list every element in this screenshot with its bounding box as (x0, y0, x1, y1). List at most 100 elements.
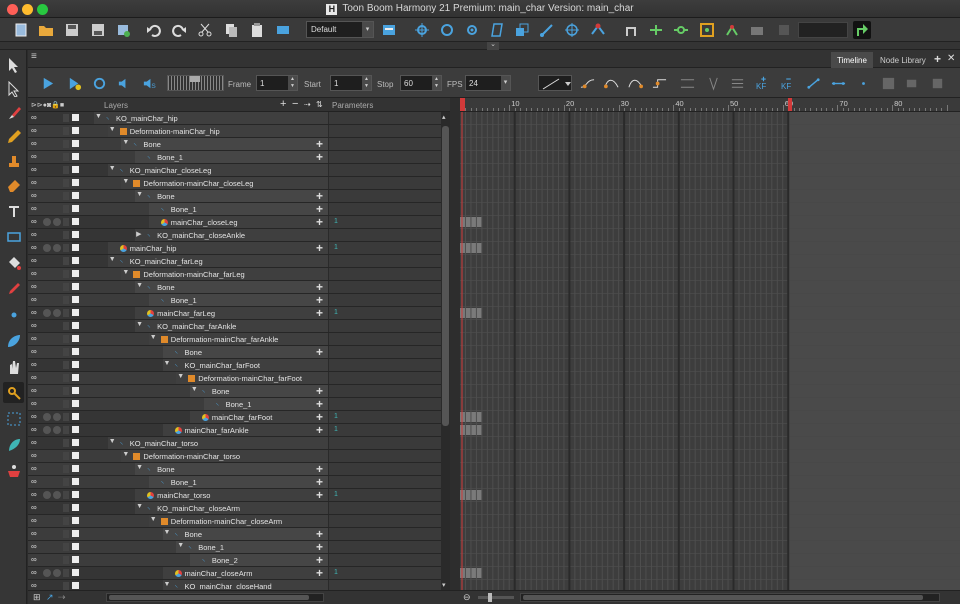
timeline-row-beyond-end[interactable] (788, 203, 960, 215)
frame-grid[interactable] (460, 112, 960, 590)
rigging-tool[interactable] (3, 382, 24, 403)
parameter-cell[interactable] (328, 359, 446, 371)
lock-icon[interactable] (63, 465, 69, 473)
add-parameter-plus-icon[interactable]: + (316, 150, 323, 164)
color-swatch-icon[interactable] (72, 205, 79, 212)
select-tool-button[interactable] (513, 21, 531, 39)
color-swatch-icon[interactable] (72, 166, 79, 173)
tab-node-library[interactable]: Node Library (874, 52, 932, 68)
lock-icon[interactable] (63, 374, 69, 382)
visibility-toggle-icon[interactable]: ∞ (31, 555, 39, 564)
parameter-cell[interactable] (328, 190, 446, 202)
timeline-curve-icon[interactable]: ↗ (46, 592, 54, 603)
visibility-toggle-icon[interactable]: ∞ (31, 516, 39, 525)
parameter-cell[interactable] (328, 203, 446, 215)
add-parameter-plus-icon[interactable]: + (316, 280, 323, 294)
fps-select[interactable]: 24 ▾ (465, 75, 511, 91)
dropper-tool[interactable] (3, 278, 24, 299)
solo-toggle-icon[interactable] (43, 309, 51, 317)
parameter-cell[interactable] (328, 580, 446, 590)
start-field[interactable]: 1 ▲ ▼ (330, 75, 372, 91)
rotate-tool-button[interactable] (438, 21, 456, 39)
lock-icon[interactable] (63, 491, 69, 499)
add-parameter-plus-icon[interactable]: + (316, 189, 323, 203)
color-swatch-icon[interactable] (72, 348, 79, 355)
color-swatch-icon[interactable] (72, 374, 79, 381)
sound-button[interactable] (115, 74, 133, 92)
pivot-tool-button[interactable] (563, 21, 581, 39)
parameter-cell[interactable] (328, 489, 446, 501)
ik-tool-button[interactable] (589, 21, 607, 39)
parameter-cell[interactable] (328, 151, 446, 163)
color-swatch-icon[interactable] (72, 530, 79, 537)
timeline-row-beyond-end[interactable] (788, 424, 960, 436)
lock-icon[interactable] (63, 153, 69, 161)
layer-row[interactable]: ∞ ▼ Deformation-mainChar_hip (28, 125, 446, 138)
lock-icon[interactable] (63, 309, 69, 317)
expand-triangle-icon[interactable]: ▼ (191, 386, 199, 394)
collapsed-triangle-icon[interactable]: ▶ (136, 230, 144, 238)
toolbar-mini-field[interactable] (798, 22, 848, 38)
deformation-tool[interactable] (3, 408, 24, 429)
expand-triangle-icon[interactable]: ▼ (150, 516, 158, 524)
ease-in-button[interactable] (578, 74, 596, 92)
import-button[interactable] (114, 21, 132, 39)
visibility-toggle-icon[interactable]: ∞ (31, 451, 39, 460)
envelope-tool-button[interactable] (698, 21, 716, 39)
layer-row[interactable]: ∞ mainChar_farFoot +1 (28, 410, 446, 424)
visibility-toggle-icon[interactable]: ∞ (31, 490, 39, 499)
parameter-cell[interactable] (328, 346, 446, 358)
timeline-row-beyond-end[interactable] (788, 177, 960, 189)
expand-triangle-icon[interactable]: ▼ (122, 451, 130, 459)
layer-row[interactable]: ∞ ▼ Deformation-mainChar_closeLeg (28, 177, 446, 190)
parameter-cell[interactable] (328, 112, 446, 124)
lock-icon[interactable] (63, 192, 69, 200)
add-keyframe-button[interactable]: KF (754, 74, 772, 92)
lock-icon[interactable] (63, 582, 69, 590)
color-swatch-icon[interactable] (72, 127, 79, 134)
expand-triangle-icon[interactable]: ▼ (109, 126, 117, 134)
expand-triangle-icon[interactable]: ▼ (164, 360, 172, 368)
add-parameter-plus-icon[interactable]: + (316, 462, 323, 476)
copy-button[interactable] (222, 21, 240, 39)
frame-field[interactable]: 1 ▲ ▼ (256, 75, 298, 91)
lock-icon[interactable] (63, 166, 69, 174)
timeline-row-beyond-end[interactable] (788, 268, 960, 280)
visibility-toggle-icon[interactable]: ∞ (31, 412, 39, 421)
solo-toggle-icon[interactable] (43, 426, 51, 434)
pencil-tool[interactable] (3, 126, 24, 147)
bone-tool-button[interactable] (538, 21, 556, 39)
layer-row[interactable]: ∞ ▼ Deformation-mainChar_closeArm (28, 515, 446, 528)
parameter-cell[interactable] (328, 255, 446, 267)
visibility-toggle-icon[interactable]: ∞ (31, 282, 39, 291)
visibility-toggle-icon[interactable]: ∞ (31, 360, 39, 369)
timeline-row-beyond-end[interactable] (788, 125, 960, 137)
lock-icon[interactable] (63, 231, 69, 239)
timeline-row-beyond-end[interactable] (788, 372, 960, 384)
lock-icon[interactable] (63, 530, 69, 538)
color-swatch-icon[interactable] (72, 543, 79, 550)
color-swatch-icon[interactable] (72, 582, 79, 589)
add-parameter-plus-icon[interactable]: + (316, 293, 323, 307)
timeline-row-beyond-end[interactable] (788, 151, 960, 163)
visibility-toggle-icon[interactable]: ∞ (31, 477, 39, 486)
parameter-cell[interactable] (328, 268, 446, 280)
visibility-toggle-icon[interactable]: ∞ (31, 295, 39, 304)
add-layer-plus-icon[interactable]: + (280, 98, 286, 110)
parameter-cell[interactable] (328, 320, 446, 332)
color-swatch-icon[interactable] (72, 569, 79, 576)
motion-keyframe-button[interactable] (704, 74, 722, 92)
add-parameter-plus-icon[interactable]: + (316, 202, 323, 216)
stop-field[interactable]: 60 ▲ ▼ (400, 75, 442, 91)
lock-icon[interactable] (63, 426, 69, 434)
add-parameter-plus-icon[interactable]: + (316, 384, 323, 398)
workspace-select[interactable]: Default ▾ (306, 21, 374, 38)
lock-toggle-icon[interactable] (53, 569, 61, 577)
timeline-row-beyond-end[interactable] (788, 554, 960, 566)
solo-toggle-icon[interactable] (43, 218, 51, 226)
eraser-tool[interactable] (3, 174, 24, 195)
parameter-cell[interactable] (328, 541, 446, 553)
color-swatch-icon[interactable] (72, 218, 79, 225)
parameter-cell[interactable] (328, 125, 446, 137)
parameter-cell[interactable] (328, 567, 446, 579)
